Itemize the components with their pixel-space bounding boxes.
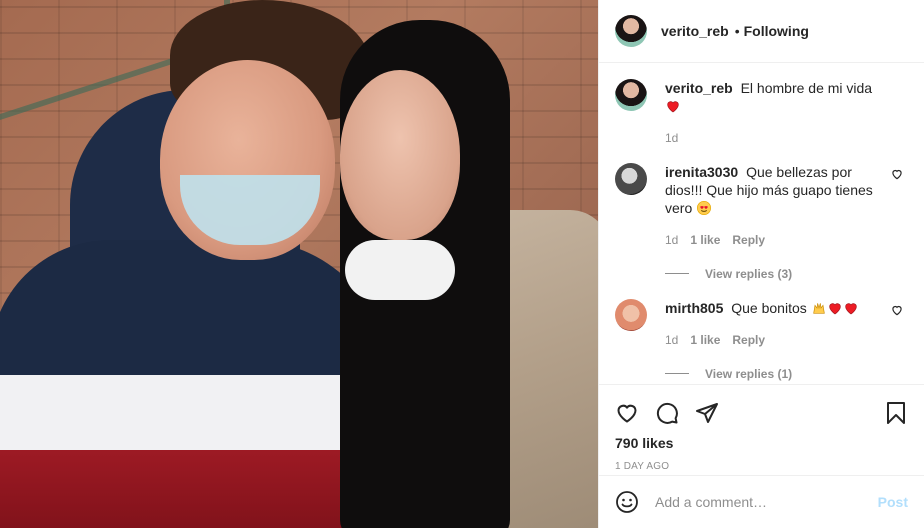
replies-line: [665, 273, 689, 275]
post-comment-button[interactable]: Post: [878, 494, 908, 510]
comment-time[interactable]: 1d: [665, 331, 678, 349]
comment: mirth805 Que bonitos 1d 1 like Reply Vie…: [615, 298, 908, 383]
caption-avatar[interactable]: [615, 78, 647, 111]
comment-meta: 1d 1 like Reply: [665, 231, 882, 249]
comment-body: mirth805 Que bonitos 1d 1 like Reply Vie…: [665, 299, 908, 383]
comment-likes[interactable]: 1 like: [690, 231, 720, 249]
comment-bubble-icon[interactable]: [655, 401, 679, 425]
reply-button[interactable]: Reply: [732, 231, 765, 249]
comment: irenita3030 Que bellezas por dios!!! Que…: [615, 162, 908, 283]
view-replies-label: View replies (1): [705, 366, 793, 381]
post-header: verito_reb • Following: [599, 0, 924, 63]
emoji-smiley-icon[interactable]: [615, 490, 639, 514]
red-heart-emoji-icon: [828, 303, 841, 315]
post-actions: 790 likes 1 DAY AGO: [599, 383, 924, 475]
comment-meta: 1d 1 like Reply: [665, 331, 882, 349]
comments-list[interactable]: verito_reb El hombre de mi vida 1d ireni…: [599, 63, 924, 384]
likes-count[interactable]: 790 likes: [615, 435, 908, 451]
author-avatar[interactable]: [615, 14, 647, 47]
post-side-panel: verito_reb • Following verito_reb El hom…: [598, 0, 924, 528]
white-collar: [345, 240, 455, 300]
instagram-post: verito_reb • Following verito_reb El hom…: [0, 0, 924, 528]
caption-body: verito_reb El hombre de mi vida 1d: [665, 79, 908, 147]
comment-text: Que bonitos: [731, 299, 807, 316]
view-replies[interactable]: View replies (3): [665, 265, 882, 283]
view-replies[interactable]: View replies (1): [665, 365, 882, 383]
like-comment-heart-icon[interactable]: [890, 167, 904, 181]
replies-line: [665, 373, 689, 375]
heart-eyes-emoji-icon: [697, 200, 712, 215]
share-plane-icon[interactable]: [695, 401, 719, 425]
add-comment-bar: Post: [599, 474, 924, 528]
caption-meta: 1d: [665, 129, 882, 147]
following-button[interactable]: Following: [744, 23, 809, 39]
caption-text: El hombre de mi vida: [740, 79, 873, 96]
puffer-jacket: [0, 240, 390, 528]
reply-button[interactable]: Reply: [732, 331, 765, 349]
raising-hands-emoji-icon: [812, 303, 825, 314]
author-username[interactable]: verito_reb: [661, 23, 729, 39]
like-heart-icon[interactable]: [615, 401, 639, 425]
comment-username[interactable]: mirth805: [665, 300, 723, 316]
commenter-avatar[interactable]: [615, 298, 647, 331]
caption: verito_reb El hombre de mi vida 1d: [615, 78, 908, 147]
red-heart-emoji-icon: [844, 303, 857, 315]
comment-likes[interactable]: 1 like: [690, 331, 720, 349]
view-replies-label: View replies (3): [705, 266, 793, 281]
caption-time[interactable]: 1d: [665, 129, 678, 147]
post-photo[interactable]: [0, 0, 598, 528]
woman-face: [340, 70, 460, 240]
comment-username[interactable]: irenita3030: [665, 164, 738, 180]
header-separator: •: [734, 22, 740, 39]
save-bookmark-icon[interactable]: [884, 401, 908, 425]
commenter-avatar[interactable]: [615, 162, 647, 195]
post-time-ago[interactable]: 1 DAY AGO: [615, 461, 908, 472]
comment-time[interactable]: 1d: [665, 231, 678, 249]
action-icons: [615, 393, 908, 433]
red-heart-emoji-icon: [667, 101, 679, 113]
add-comment-input[interactable]: [655, 493, 878, 510]
caption-username[interactable]: verito_reb: [665, 80, 733, 96]
like-comment-heart-icon[interactable]: [890, 303, 904, 317]
comment-body: irenita3030 Que bellezas por dios!!! Que…: [665, 163, 908, 283]
